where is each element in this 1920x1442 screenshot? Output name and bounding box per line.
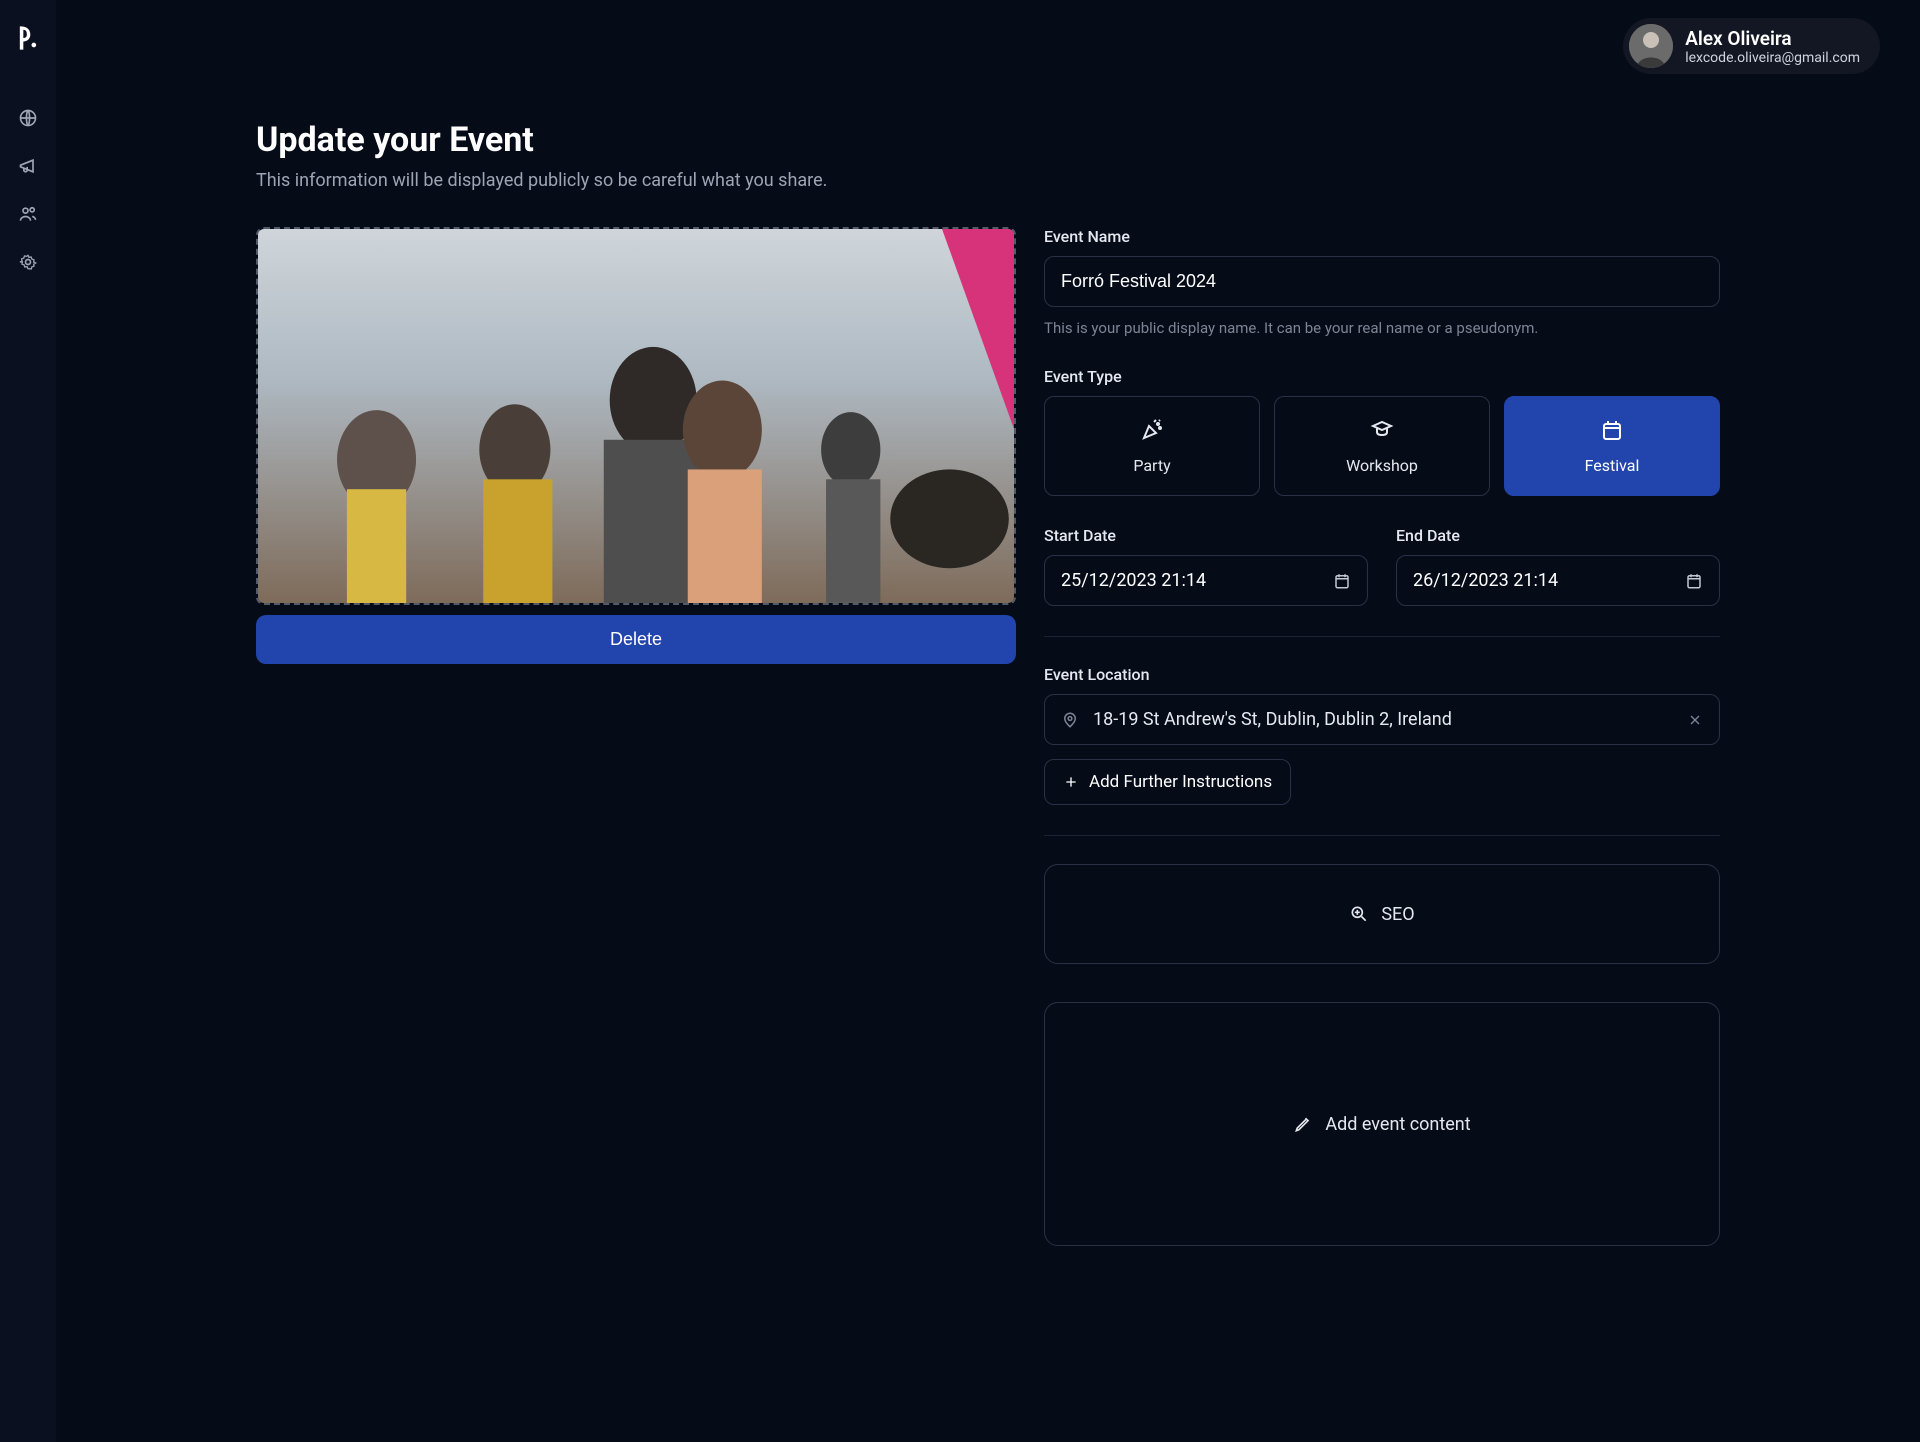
search-zoom-icon: [1349, 904, 1369, 924]
event-name-input[interactable]: [1044, 256, 1720, 307]
event-type-party-label: Party: [1133, 456, 1170, 475]
calendar-icon: [1333, 572, 1351, 590]
user-profile-chip[interactable]: Alex Oliveira lexcode.oliveira@gmail.com: [1623, 18, 1880, 74]
megaphone-icon[interactable]: [18, 156, 38, 176]
seo-label: SEO: [1381, 904, 1414, 925]
pen-icon: [1293, 1114, 1313, 1134]
event-image: [258, 229, 1014, 603]
calendar-icon: [1685, 572, 1703, 590]
user-info: Alex Oliveira lexcode.oliveira@gmail.com: [1685, 27, 1860, 66]
event-type-festival-label: Festival: [1585, 456, 1640, 475]
end-date-input[interactable]: 26/12/2023 21:14: [1396, 555, 1720, 606]
app-logo: [14, 24, 42, 52]
start-date-label: Start Date: [1044, 526, 1368, 545]
add-instructions-button[interactable]: Add Further Instructions: [1044, 759, 1291, 805]
start-date-value: 25/12/2023 21:14: [1061, 570, 1206, 591]
location-input[interactable]: 18-19 St Andrew's St, Dublin, Dublin 2, …: [1044, 694, 1720, 745]
party-icon: [1140, 418, 1164, 442]
clear-location-icon[interactable]: [1687, 712, 1703, 728]
user-email: lexcode.oliveira@gmail.com: [1685, 50, 1860, 66]
end-date-label: End Date: [1396, 526, 1720, 545]
divider: [1044, 835, 1720, 836]
add-instructions-label: Add Further Instructions: [1089, 772, 1272, 792]
avatar: [1629, 24, 1673, 68]
start-date-input[interactable]: 25/12/2023 21:14: [1044, 555, 1368, 606]
divider: [1044, 636, 1720, 637]
add-event-content-label: Add event content: [1325, 1114, 1470, 1135]
festival-icon: [1600, 418, 1624, 442]
delete-image-button[interactable]: Delete: [256, 615, 1016, 664]
event-type-workshop-label: Workshop: [1346, 456, 1418, 475]
location-value: 18-19 St Andrew's St, Dublin, Dublin 2, …: [1093, 709, 1452, 730]
event-type-label: Event Type: [1044, 367, 1720, 386]
event-name-label: Event Name: [1044, 227, 1720, 246]
sidebar: [0, 0, 56, 1442]
page-subtitle: This information will be displayed publi…: [256, 170, 1720, 191]
main-content: Alex Oliveira lexcode.oliveira@gmail.com…: [56, 0, 1920, 1442]
end-date-value: 26/12/2023 21:14: [1413, 570, 1558, 591]
users-icon[interactable]: [18, 204, 38, 224]
page-title: Update your Event: [256, 120, 1720, 160]
settings-icon[interactable]: [18, 252, 38, 272]
workshop-icon: [1370, 418, 1394, 442]
globe-icon[interactable]: [18, 108, 38, 128]
event-image-upload[interactable]: [256, 227, 1016, 605]
event-type-party[interactable]: Party: [1044, 396, 1260, 496]
user-name: Alex Oliveira: [1685, 27, 1860, 50]
seo-card[interactable]: SEO: [1044, 864, 1720, 964]
add-event-content-card[interactable]: Add event content: [1044, 1002, 1720, 1246]
pin-icon: [1061, 711, 1079, 729]
event-type-festival[interactable]: Festival: [1504, 396, 1720, 496]
event-type-workshop[interactable]: Workshop: [1274, 396, 1490, 496]
event-name-hint: This is your public display name. It can…: [1044, 319, 1720, 337]
location-label: Event Location: [1044, 665, 1720, 684]
plus-icon: [1063, 774, 1079, 790]
